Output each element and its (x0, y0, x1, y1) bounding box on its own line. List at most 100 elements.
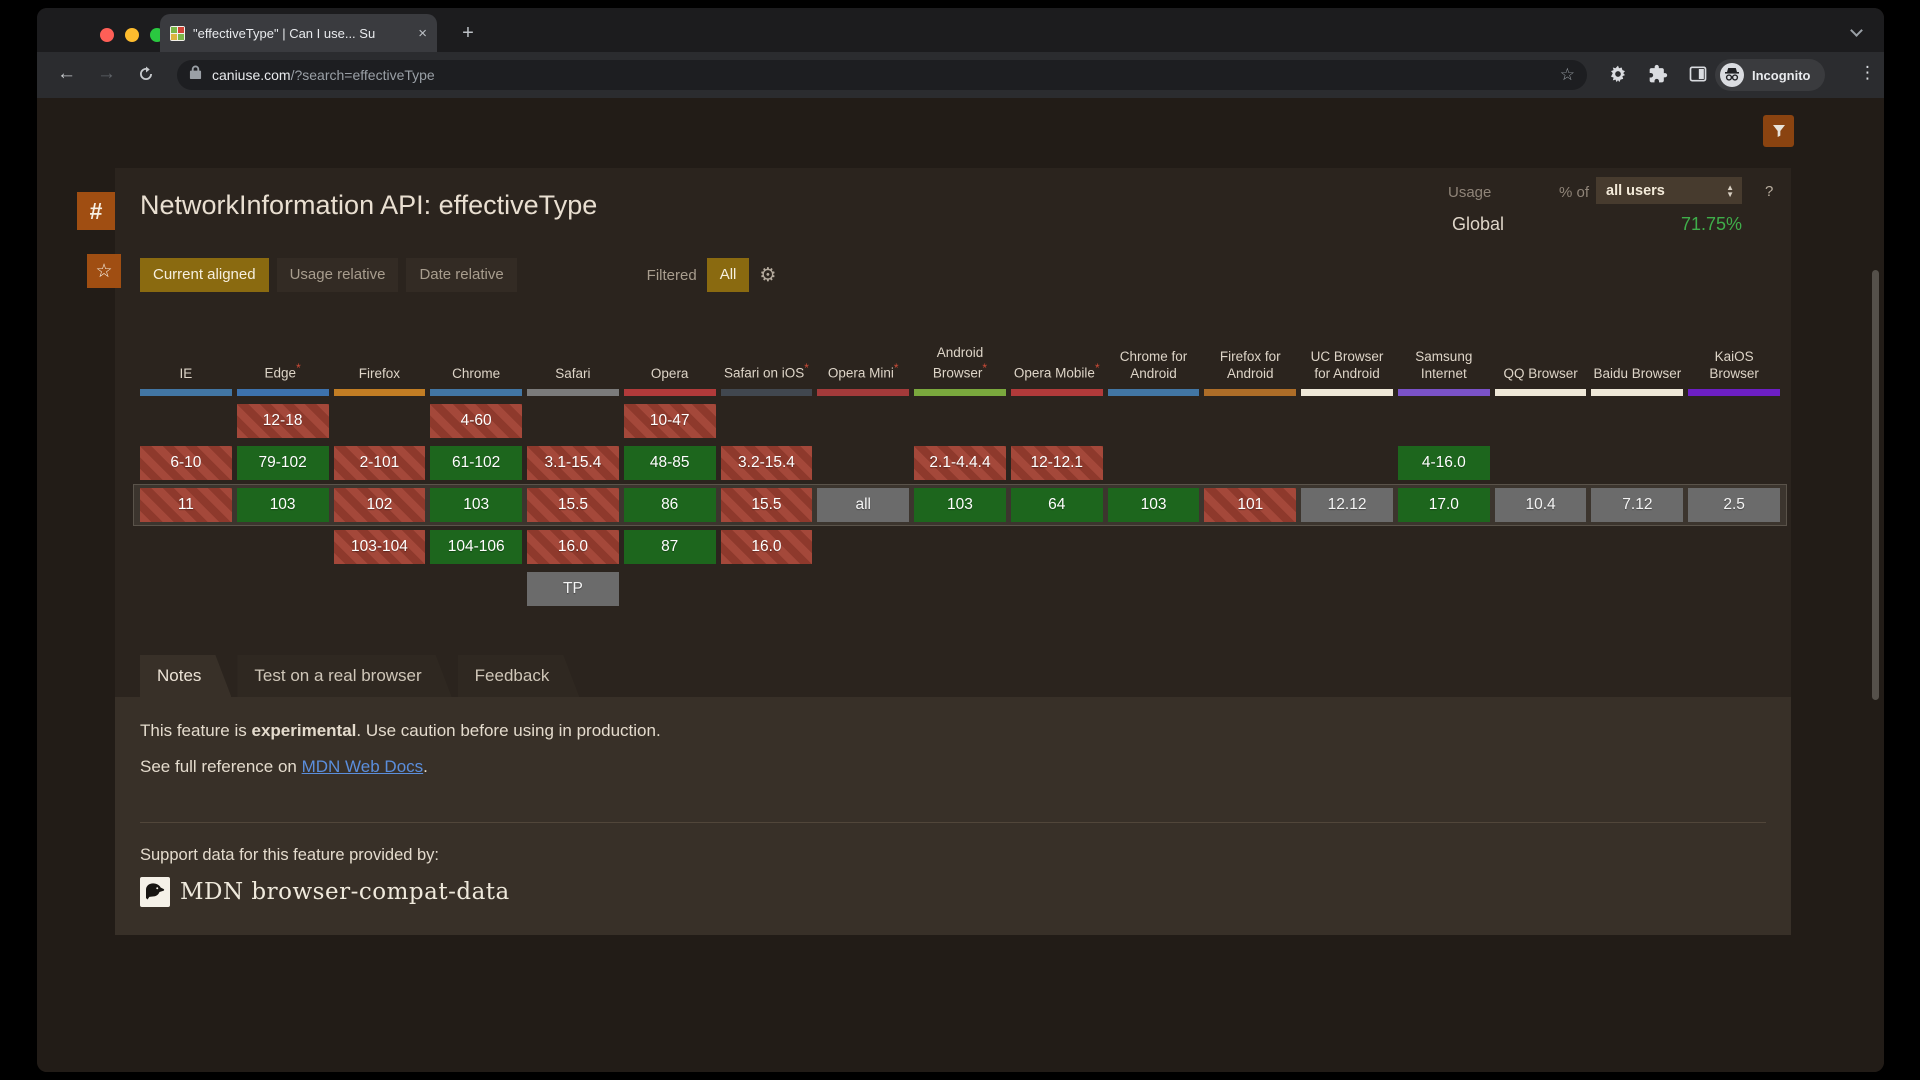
support-cell[interactable]: 6-10 (140, 446, 232, 480)
bookmark-star-icon[interactable]: ☆ (1560, 65, 1575, 85)
tab-close-icon[interactable]: × (418, 25, 427, 42)
tab-test-on-real-browser[interactable]: Test on a real browser (237, 655, 451, 697)
empty-cell (1108, 530, 1200, 564)
browser-name: Chrome for Android (1108, 349, 1200, 382)
forward-button[interactable]: → (97, 63, 116, 85)
browser-header[interactable]: Safari (527, 300, 619, 396)
support-cell[interactable]: 16.0 (721, 530, 813, 564)
support-cell[interactable]: 103 (430, 488, 522, 522)
note-line-1: This feature is experimental. Use cautio… (140, 721, 661, 741)
support-cell[interactable]: 101 (1204, 488, 1296, 522)
lock-icon[interactable] (189, 65, 202, 85)
support-cell[interactable]: 7.12 (1591, 488, 1683, 522)
browser-color-bar (1495, 389, 1587, 396)
support-cell[interactable]: 103-104 (334, 530, 426, 564)
browser-header[interactable]: Chrome (430, 300, 522, 396)
support-cell[interactable]: 64 (1011, 488, 1103, 522)
empty-cell (914, 530, 1006, 564)
filter-all-button[interactable]: All (707, 258, 750, 292)
support-row: 103-104104-10616.08716.0 (140, 530, 1780, 564)
support-cell[interactable]: 11 (140, 488, 232, 522)
scrollbar-thumb[interactable] (1872, 270, 1879, 700)
support-cell[interactable]: 15.5 (527, 488, 619, 522)
support-cell[interactable]: 79-102 (237, 446, 329, 480)
menu-kebab-icon[interactable]: ⋮ (1859, 63, 1876, 83)
browser-color-bar (1398, 389, 1490, 396)
address-bar[interactable]: caniuse.com/?search=effectiveType ☆ (177, 60, 1587, 90)
support-cell[interactable]: TP (527, 572, 619, 606)
support-cell[interactable]: 10.4 (1495, 488, 1587, 522)
support-cell[interactable]: 104-106 (430, 530, 522, 564)
browser-header[interactable]: Android Browser* (914, 300, 1006, 396)
tab-notes[interactable]: Notes (140, 655, 231, 697)
support-cell[interactable]: 10-47 (624, 404, 716, 438)
current-aligned-button[interactable]: Current aligned (140, 258, 269, 292)
filter-funnel-button[interactable] (1763, 115, 1794, 147)
support-cell[interactable]: 2-101 (334, 446, 426, 480)
tab-search-chevron-icon[interactable] (1852, 26, 1862, 36)
browser-header[interactable]: Chrome for Android (1108, 300, 1200, 396)
empty-cell (1011, 530, 1103, 564)
hash-anchor-button[interactable]: # (77, 192, 115, 230)
browser-tab[interactable]: "effectiveType" | Can I use... Su × (160, 14, 437, 52)
browser-header[interactable]: Opera Mobile* (1011, 300, 1103, 396)
browser-header[interactable]: UC Browser for Android (1301, 300, 1393, 396)
date-relative-button[interactable]: Date relative (406, 258, 516, 292)
minimize-window-button[interactable] (125, 28, 139, 42)
empty-cell (914, 572, 1006, 606)
usage-select[interactable]: all users ▲▼ (1596, 177, 1742, 204)
support-cell[interactable]: 12-18 (237, 404, 329, 438)
support-cell[interactable]: 48-85 (624, 446, 716, 480)
support-cell[interactable]: 103 (1108, 488, 1200, 522)
reload-button[interactable] (137, 65, 155, 88)
support-cell[interactable]: 3.1-15.4 (527, 446, 619, 480)
extension-gear-icon[interactable] (1608, 64, 1628, 89)
browser-header[interactable]: IE (140, 300, 232, 396)
side-panel-icon[interactable] (1688, 64, 1708, 89)
browser-header[interactable]: Edge* (237, 300, 329, 396)
support-cell[interactable]: 12.12 (1301, 488, 1393, 522)
support-cell[interactable]: 15.5 (721, 488, 813, 522)
support-cell[interactable]: 102 (334, 488, 426, 522)
support-cell[interactable]: 12-12.1 (1011, 446, 1103, 480)
support-cell[interactable]: all (817, 488, 909, 522)
usage-relative-button[interactable]: Usage relative (277, 258, 399, 292)
support-cell[interactable]: 4-60 (430, 404, 522, 438)
favorite-star-button[interactable]: ☆ (87, 254, 121, 288)
browser-header[interactable]: Opera Mini* (817, 300, 909, 396)
support-cell[interactable]: 87 (624, 530, 716, 564)
caniuse-page: # ☆ NetworkInformation API: effectiveTyp… (37, 98, 1884, 1072)
url-path: /?search=effectiveType (291, 67, 435, 83)
extensions-puzzle-icon[interactable] (1648, 64, 1668, 89)
empty-cell (237, 572, 329, 606)
close-window-button[interactable] (100, 28, 114, 42)
support-cell[interactable]: 2.5 (1688, 488, 1780, 522)
support-cell[interactable]: 4-16.0 (1398, 446, 1490, 480)
browser-header[interactable]: Samsung Internet (1398, 300, 1490, 396)
support-cell[interactable]: 3.2-15.4 (721, 446, 813, 480)
browser-header[interactable]: Firefox for Android (1204, 300, 1296, 396)
mdn-web-docs-link[interactable]: MDN Web Docs (302, 757, 424, 776)
browser-header[interactable]: QQ Browser (1495, 300, 1587, 396)
support-cell[interactable]: 16.0 (527, 530, 619, 564)
browser-color-bar (140, 389, 232, 396)
usage-help-button[interactable]: ? (1765, 183, 1773, 200)
support-cell[interactable]: 17.0 (1398, 488, 1490, 522)
browser-header[interactable]: Baidu Browser (1591, 300, 1683, 396)
browser-header[interactable]: Safari on iOS* (721, 300, 813, 396)
settings-gear-icon[interactable]: ⚙ (759, 264, 776, 287)
browser-name: Opera (624, 366, 716, 382)
support-cell[interactable]: 103 (914, 488, 1006, 522)
new-tab-button[interactable]: + (455, 20, 481, 46)
browser-header[interactable]: Firefox (334, 300, 426, 396)
support-cell[interactable]: 61-102 (430, 446, 522, 480)
back-button[interactable]: ← (57, 63, 76, 85)
support-cell[interactable]: 86 (624, 488, 716, 522)
browser-header[interactable]: KaiOS Browser (1688, 300, 1780, 396)
tab-feedback[interactable]: Feedback (458, 655, 580, 697)
incognito-badge[interactable]: Incognito (1715, 59, 1825, 91)
support-cell[interactable]: 103 (237, 488, 329, 522)
mdn-source-link[interactable]: MDN browser-compat-data (140, 877, 510, 907)
browser-header[interactable]: Opera (624, 300, 716, 396)
support-cell[interactable]: 2.1-4.4.4 (914, 446, 1006, 480)
